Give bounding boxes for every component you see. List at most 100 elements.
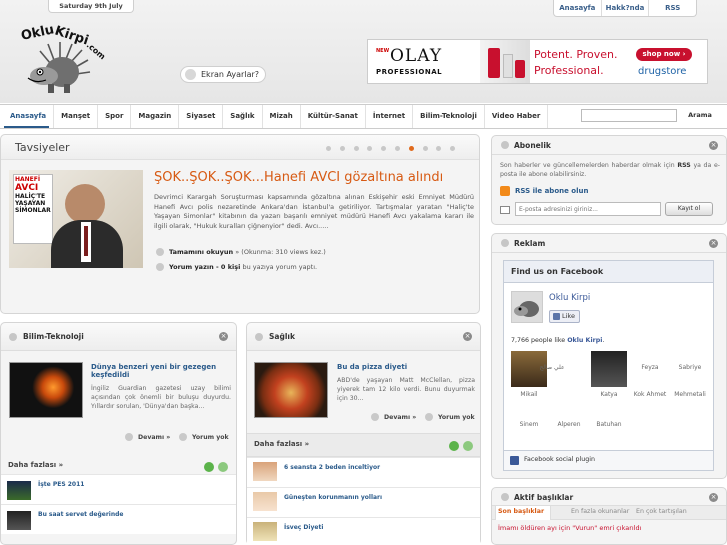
list-item[interactable]: İşte PES 2011 — [1, 474, 236, 504]
yorum-link[interactable]: Yorum yok — [179, 433, 229, 441]
box-header: Bilim-Teknoloji × — [1, 323, 236, 351]
fan-name[interactable]: Alperen — [549, 421, 589, 428]
list-item[interactable]: 6 seansta 2 beden inceltiyor — [247, 457, 480, 487]
rss-subscribe-link[interactable]: RSS ile abone olun — [515, 187, 588, 195]
list-title: İşte PES 2011 — [38, 481, 85, 488]
list-item[interactable]: Bu saat servet değerinde — [1, 504, 236, 534]
close-icon[interactable]: × — [709, 239, 718, 248]
fan-name[interactable]: Katya — [589, 391, 629, 398]
pager-dot[interactable] — [395, 146, 400, 151]
article-body: İngiliz Guardian gazetesi uzay bilimi aç… — [91, 385, 231, 410]
fan-name[interactable]: Batuhan — [589, 421, 629, 428]
pager-dot[interactable] — [326, 146, 331, 151]
site-logo[interactable]: Oklu Kirpi .com — [14, 16, 107, 98]
article-image[interactable] — [254, 362, 328, 418]
fan-name[interactable]: علي صالح — [532, 364, 572, 371]
list-thumbnail — [7, 511, 31, 530]
close-icon[interactable]: × — [709, 493, 718, 502]
doc-icon — [371, 413, 379, 421]
search-button[interactable]: Arama — [680, 109, 720, 122]
fan-avatar[interactable] — [591, 351, 627, 387]
pager-dot[interactable] — [353, 146, 359, 151]
nav-item-kultur-sanat[interactable]: Kültür-Sanat — [301, 105, 366, 128]
fb-page-name[interactable]: Oklu Kirpi — [549, 293, 590, 303]
top-link-home[interactable]: Anasayfa — [554, 0, 602, 16]
abonelik-text-1: Son haberler ve güncellemelerden haberda… — [500, 162, 675, 169]
pager-dot[interactable] — [339, 146, 345, 151]
nav-item-bilim-teknoloji[interactable]: Bilim-Teknoloji — [413, 105, 485, 128]
nav-item-manset[interactable]: Manşet — [54, 105, 99, 128]
nav-item-spor[interactable]: Spor — [98, 105, 132, 128]
featured-image[interactable]: HANEFİ AVCI HALİÇ'TE YAŞAYAN SİMONLAR — [9, 170, 143, 268]
tab-son-basliklar[interactable]: Son başlıklar — [498, 508, 544, 515]
tab-en-cok-tartisilan[interactable]: En çok tartışılan — [636, 508, 687, 515]
nav-item-siyaset[interactable]: Siyaset — [179, 105, 224, 128]
expand-icon[interactable] — [449, 441, 459, 451]
section-icon — [255, 333, 263, 341]
nav-item-saglik[interactable]: Sağlık — [223, 105, 263, 128]
collapse-icon[interactable] — [463, 441, 473, 451]
email-icon — [500, 206, 510, 214]
nav-item-mizah[interactable]: Mizah — [263, 105, 301, 128]
svg-text:.com: .com — [85, 41, 106, 62]
ad-brand-sub: PROFESSIONAL — [376, 68, 443, 76]
banner-ad[interactable]: NEW OLAY PROFESSIONAL Potent. Proven. Pr… — [367, 39, 708, 84]
top-link-rss[interactable]: RSS — [649, 0, 696, 16]
screen-settings-button[interactable]: Ekran Ayarlar? — [180, 66, 266, 83]
facebook-like-box: Find us on Facebook Oklu Kirpi Like 7,76… — [503, 260, 714, 471]
settings-icon — [185, 69, 196, 80]
fan-name[interactable]: Mikail — [509, 391, 549, 398]
page-avatar[interactable] — [511, 291, 543, 323]
comment-link[interactable]: Yorum yazın - 0 kişi — [169, 263, 240, 271]
top-link-about[interactable]: Hakk?nda — [602, 0, 650, 16]
article-title[interactable]: Dünya benzeri yeni bir gezegen keşfedild… — [91, 363, 231, 379]
aktif-basliklar-box: Aktif başlıklar × — [491, 487, 727, 545]
email-input[interactable] — [515, 202, 661, 216]
nav-item-internet[interactable]: İnternet — [366, 105, 414, 128]
book-caption-line: SİMONLAR — [15, 207, 51, 214]
devami-link[interactable]: Devamı » — [125, 433, 170, 441]
devami-link[interactable]: Devamı » — [371, 413, 416, 421]
ad-cta-button[interactable]: shop now › — [636, 48, 692, 61]
comment-suffix: bu yazıya yorum yaptı. — [242, 263, 318, 271]
box-title: Reklam — [514, 239, 546, 248]
ad-product-image — [480, 40, 530, 83]
read-more-link[interactable]: Tamamını okuyun — [169, 248, 233, 256]
yorum-link[interactable]: Yorum yok — [425, 413, 475, 421]
nav-item-video-haber[interactable]: Video Haber — [485, 105, 549, 128]
book-caption-line: YAŞAYAN — [15, 200, 46, 207]
nav-item-anasayfa[interactable]: Anasayfa — [0, 105, 55, 128]
fan-name[interactable]: Sabriye — [670, 364, 710, 371]
article-title[interactable]: Bu da pizza diyeti — [337, 363, 475, 371]
active-topic-item[interactable]: İmamı öldüren ayı için "Vurun" emri çıka… — [498, 524, 641, 532]
daha-fazlasi-link[interactable]: Daha fazlası » — [8, 461, 63, 469]
close-icon[interactable]: × — [219, 332, 228, 341]
pager-dot[interactable] — [408, 146, 414, 151]
close-icon[interactable]: × — [709, 141, 718, 150]
fan-name[interactable]: Kok Ahmet — [630, 391, 670, 398]
featured-title: Tavsiyeler — [15, 141, 70, 154]
close-icon[interactable]: × — [463, 332, 472, 341]
read-count: » (Okunma: 310 views kez.) — [235, 248, 326, 256]
tab-en-fazla-okunanlar[interactable]: En fazla okunanlar — [571, 508, 629, 515]
subscribe-button[interactable]: Kayıt ol — [665, 202, 713, 216]
fb-plugin-label: Facebook social plugin — [524, 456, 596, 463]
collapse-icon[interactable] — [218, 462, 228, 472]
yorum-label: Yorum yok — [192, 434, 229, 441]
fb-like-button[interactable]: Like — [549, 310, 580, 323]
facebook-icon — [510, 456, 519, 465]
expand-icon[interactable] — [204, 462, 214, 472]
fan-name[interactable]: Mehmetali — [670, 391, 710, 398]
search-input[interactable] — [581, 109, 677, 122]
fan-name[interactable]: Feyza — [630, 364, 670, 371]
fan-name[interactable]: Sinem — [509, 421, 549, 428]
daha-fazlasi-link[interactable]: Daha fazlası » — [254, 440, 309, 448]
featured-headline[interactable]: ŞOK..ŞOK..ŞOK...Hanefi AVCI gözaltına al… — [154, 170, 474, 185]
list-title: İsveç Diyeti — [284, 524, 324, 531]
list-item[interactable]: İsveç Diyeti — [247, 517, 480, 545]
pager-dot[interactable] — [422, 146, 428, 151]
list-item[interactable]: Güneşten korunmanın yolları — [247, 487, 480, 517]
nav-item-magazin[interactable]: Magazin — [131, 105, 180, 128]
list-thumbnail — [7, 481, 31, 500]
article-image[interactable] — [9, 362, 83, 418]
